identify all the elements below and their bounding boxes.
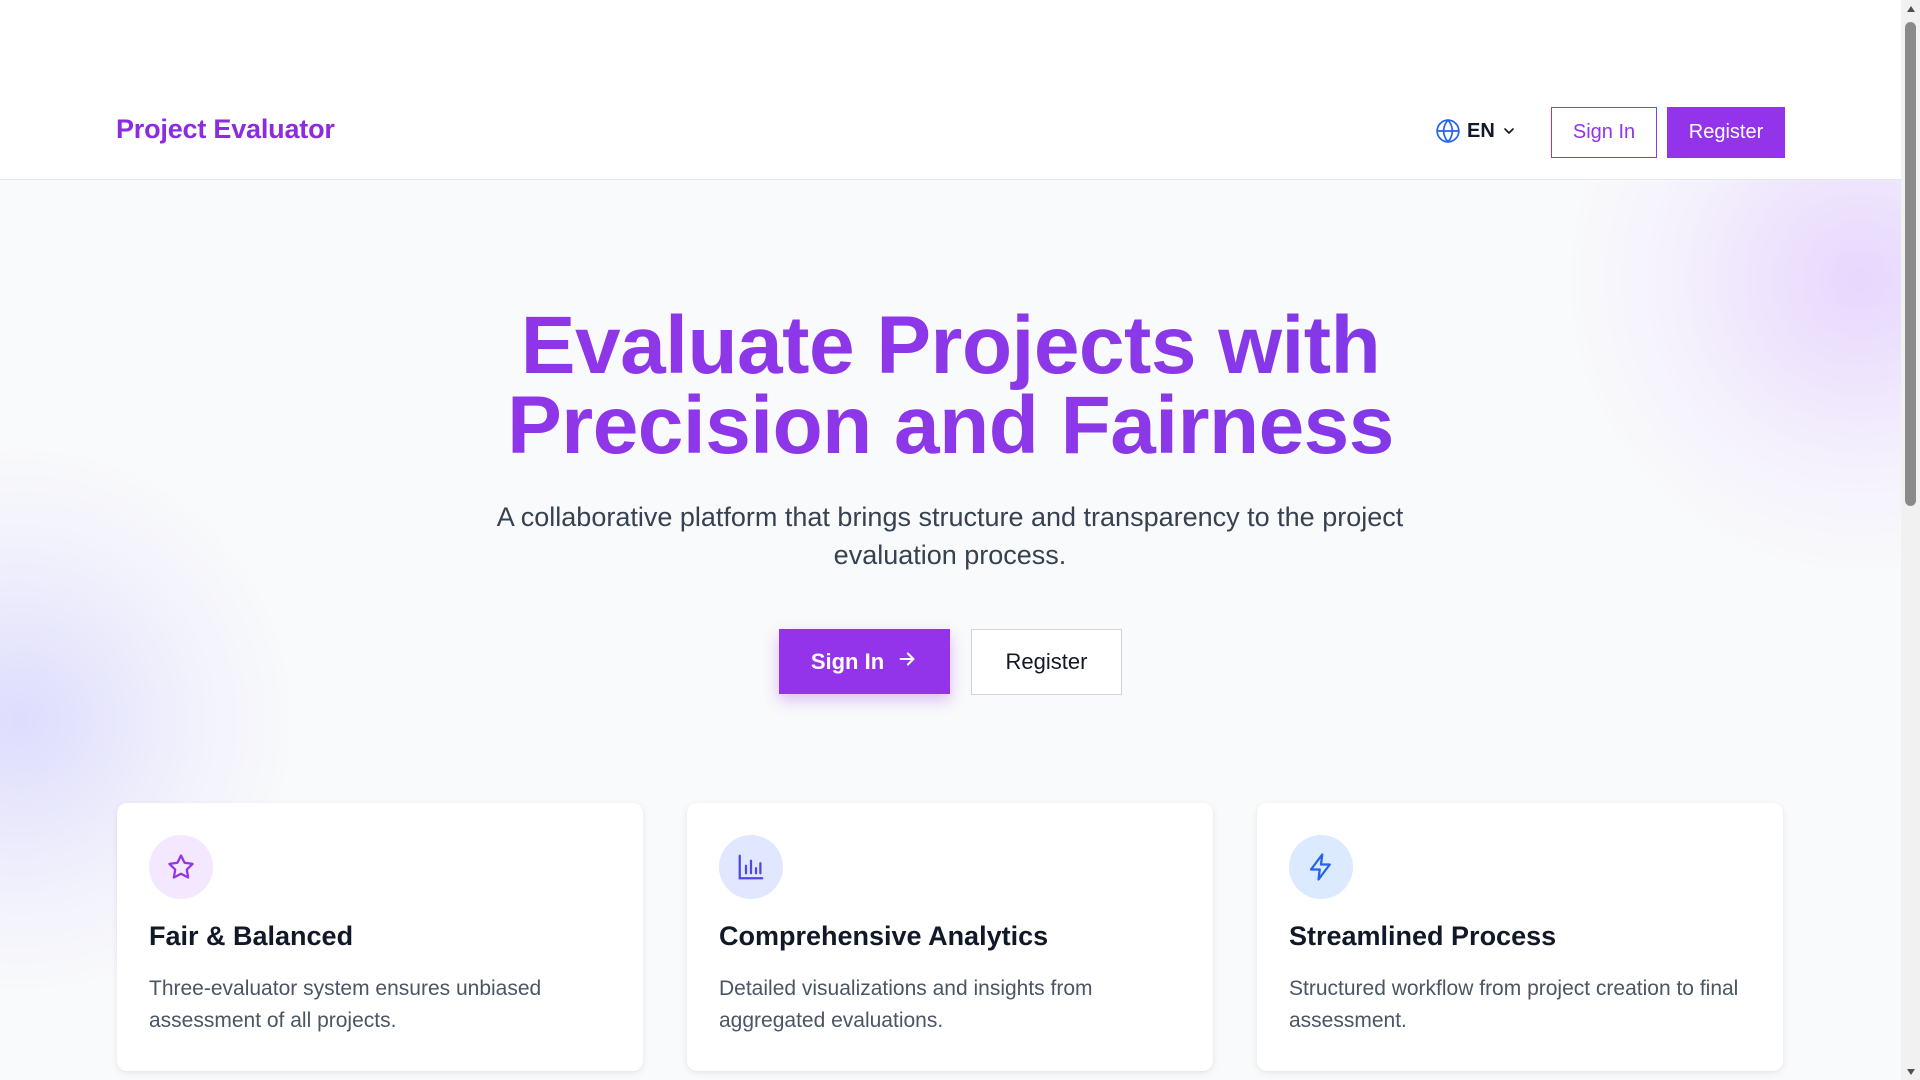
feature-card-streamlined: Streamlined Process Structured workflow … [1257,803,1783,1071]
scroll-up-arrow-icon[interactable] [1901,0,1920,17]
app-logo[interactable]: Project Evaluator [116,114,335,145]
language-label: EN [1467,119,1495,142]
feature-title: Fair & Balanced [149,921,354,951]
feature-card-analytics: Comprehensive Analytics Detailed visuali… [687,803,1213,1071]
hero-title: Evaluate Projects with Precision and Fai… [0,306,1901,466]
language-selector[interactable]: EN [1435,118,1517,144]
chevron-down-icon [1501,123,1517,139]
scroll-down-arrow-icon[interactable] [1901,1063,1920,1080]
feature-description: Three-evaluator system ensures unbiased … [149,977,542,1032]
hero-sign-in-label: Sign In [810,648,885,674]
hero-title-line-2: Precision and Fairness [507,380,1394,471]
globe-icon [1435,118,1461,144]
hero-subtitle: A collaborative platform that brings str… [496,502,1404,570]
bar-chart-icon [719,835,783,899]
header-sign-in-button[interactable]: Sign In [1551,107,1657,158]
feature-title: Streamlined Process [1289,921,1557,951]
header-register-button[interactable]: Register [1667,107,1785,158]
star-icon [149,835,213,899]
vertical-scrollbar[interactable] [1901,0,1920,1080]
lightning-icon [1289,835,1353,899]
feature-title: Comprehensive Analytics [719,921,1049,951]
arrow-right-icon [896,648,918,676]
top-navbar: Project Evaluator EN Sign In Register [0,0,1901,180]
hero-register-button[interactable]: Register [971,629,1122,695]
page: Project Evaluator EN Sign In Register Ev… [0,0,1901,1080]
scrollbar-thumb[interactable] [1905,22,1916,506]
feature-card-fair: Fair & Balanced Three-evaluator system e… [117,803,643,1071]
feature-description: Detailed visualizations and insights fro… [719,977,1093,1032]
feature-description: Structured workflow from project creatio… [1289,977,1739,1032]
hero-title-line-1: Evaluate Projects with [520,300,1381,391]
hero-sign-in-button[interactable]: Sign In [779,629,950,694]
